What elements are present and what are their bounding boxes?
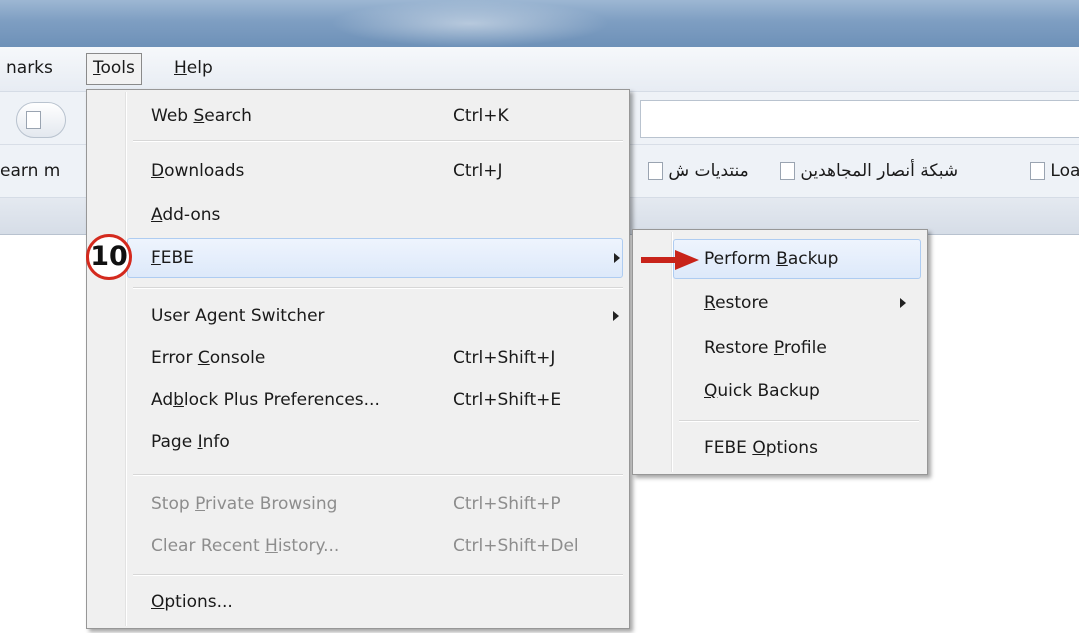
- menu-item-label: Restore: [704, 293, 769, 313]
- tools-menu: Web Search Ctrl+K Downloads Ctrl+J Add-o…: [86, 89, 630, 629]
- page-icon: [26, 111, 41, 129]
- submenu-item-perform-backup[interactable]: Perform Backup: [673, 239, 921, 279]
- menu-separator: [679, 420, 919, 422]
- menu-item-label: Web Search: [151, 106, 252, 126]
- menu-item-web-search[interactable]: Web Search Ctrl+K: [151, 97, 621, 135]
- menu-item-label: Add-ons: [151, 205, 221, 225]
- menu-separator: [133, 574, 623, 576]
- menu-item-downloads[interactable]: Downloads Ctrl+J: [151, 152, 621, 190]
- menu-item-add-ons[interactable]: Add-ons: [151, 196, 621, 234]
- menu-tools-label: ools: [100, 58, 135, 78]
- menu-separator: [133, 287, 623, 289]
- page-icon: [780, 162, 795, 180]
- submenu-arrow-icon: [613, 311, 619, 321]
- menu-item-label: Stop Private Browsing: [151, 494, 338, 514]
- bookmark-learn-more-label: earn m: [0, 161, 61, 181]
- bookmark-load-label: Loa: [1050, 161, 1079, 181]
- menu-gutter: [125, 92, 127, 626]
- menu-separator: [133, 140, 623, 142]
- submenu-item-restore-profile[interactable]: Restore Profile: [704, 329, 919, 367]
- submenu-item-quick-backup[interactable]: Quick Backup: [704, 372, 919, 410]
- menu-item-clear-recent-history: Clear Recent History... Ctrl+Shift+Del: [151, 527, 621, 565]
- menu-item-label: Adblock Plus Preferences...: [151, 390, 380, 410]
- submenu-item-restore[interactable]: Restore: [704, 284, 919, 322]
- menu-tools[interactable]: Tools: [86, 53, 142, 85]
- menu-item-error-console[interactable]: Error Console Ctrl+Shift+J: [151, 339, 621, 377]
- menu-item-label: User Agent Switcher: [151, 306, 325, 326]
- menu-item-options[interactable]: Options...: [151, 583, 621, 621]
- menu-item-shortcut: Ctrl+Shift+E: [453, 390, 562, 410]
- url-bar[interactable]: [640, 100, 1079, 138]
- bookmark-forums[interactable]: منتديات ش: [648, 159, 749, 183]
- menu-help-mnemonic: H: [174, 58, 187, 78]
- window-titlebar: [0, 0, 1079, 47]
- page-icon: [648, 162, 663, 180]
- menu-item-stop-private-browsing: Stop Private Browsing Ctrl+Shift+P: [151, 485, 621, 523]
- menu-item-shortcut: Ctrl+Shift+J: [453, 348, 556, 368]
- menu-item-label: FEBE Options: [704, 438, 818, 458]
- page-icon: [1030, 162, 1045, 180]
- menu-item-user-agent-switcher[interactable]: User Agent Switcher: [151, 297, 621, 335]
- bookmark-load[interactable]: Loa: [1030, 159, 1079, 183]
- menu-item-label: Clear Recent History...: [151, 536, 340, 556]
- menu-separator: [133, 474, 623, 476]
- submenu-arrow-icon: [900, 298, 906, 308]
- menu-item-febe[interactable]: FEBE: [127, 238, 623, 278]
- menu-item-label: Page Info: [151, 432, 230, 452]
- bookmark-ansar-label: شبكة أنصار المجاهدين: [800, 161, 959, 181]
- submenu-item-febe-options[interactable]: FEBE Options: [704, 429, 919, 467]
- titlebar-glow: [330, 0, 610, 47]
- menu-item-label: FEBE: [151, 248, 194, 268]
- menu-item-adblock-preferences[interactable]: Adblock Plus Preferences... Ctrl+Shift+E: [151, 381, 621, 419]
- menu-item-page-info[interactable]: Page Info: [151, 423, 621, 461]
- menu-item-label: Perform Backup: [704, 249, 839, 269]
- back-button[interactable]: [16, 102, 66, 138]
- menu-tools-mnemonic: T: [93, 58, 101, 78]
- menu-item-label: Quick Backup: [704, 381, 820, 401]
- menu-help[interactable]: Help: [168, 53, 219, 83]
- menu-bookmarks-label: narks: [6, 58, 53, 78]
- submenu-arrow-icon: [614, 253, 620, 263]
- menu-item-label: Options...: [151, 592, 233, 612]
- menu-item-label: Restore Profile: [704, 338, 827, 358]
- step-number-badge: 10: [86, 234, 132, 280]
- bookmark-ansar[interactable]: شبكة أنصار المجاهدين: [780, 159, 958, 183]
- menu-item-shortcut: Ctrl+K: [453, 106, 509, 126]
- bookmark-forums-label: منتديات ش: [668, 161, 749, 181]
- menu-bookmarks[interactable]: narks: [0, 53, 59, 83]
- menu-bar: narks Tools Help: [0, 47, 1079, 92]
- menu-item-shortcut: Ctrl+Shift+Del: [453, 536, 579, 556]
- menu-item-label: Downloads: [151, 161, 245, 181]
- menu-item-label: Error Console: [151, 348, 266, 368]
- menu-help-label: elp: [186, 58, 213, 78]
- menu-item-shortcut: Ctrl+J: [453, 161, 503, 181]
- red-arrow-icon: [641, 250, 699, 270]
- menu-item-shortcut: Ctrl+Shift+P: [453, 494, 561, 514]
- bookmark-learn-more[interactable]: earn m: [0, 159, 60, 183]
